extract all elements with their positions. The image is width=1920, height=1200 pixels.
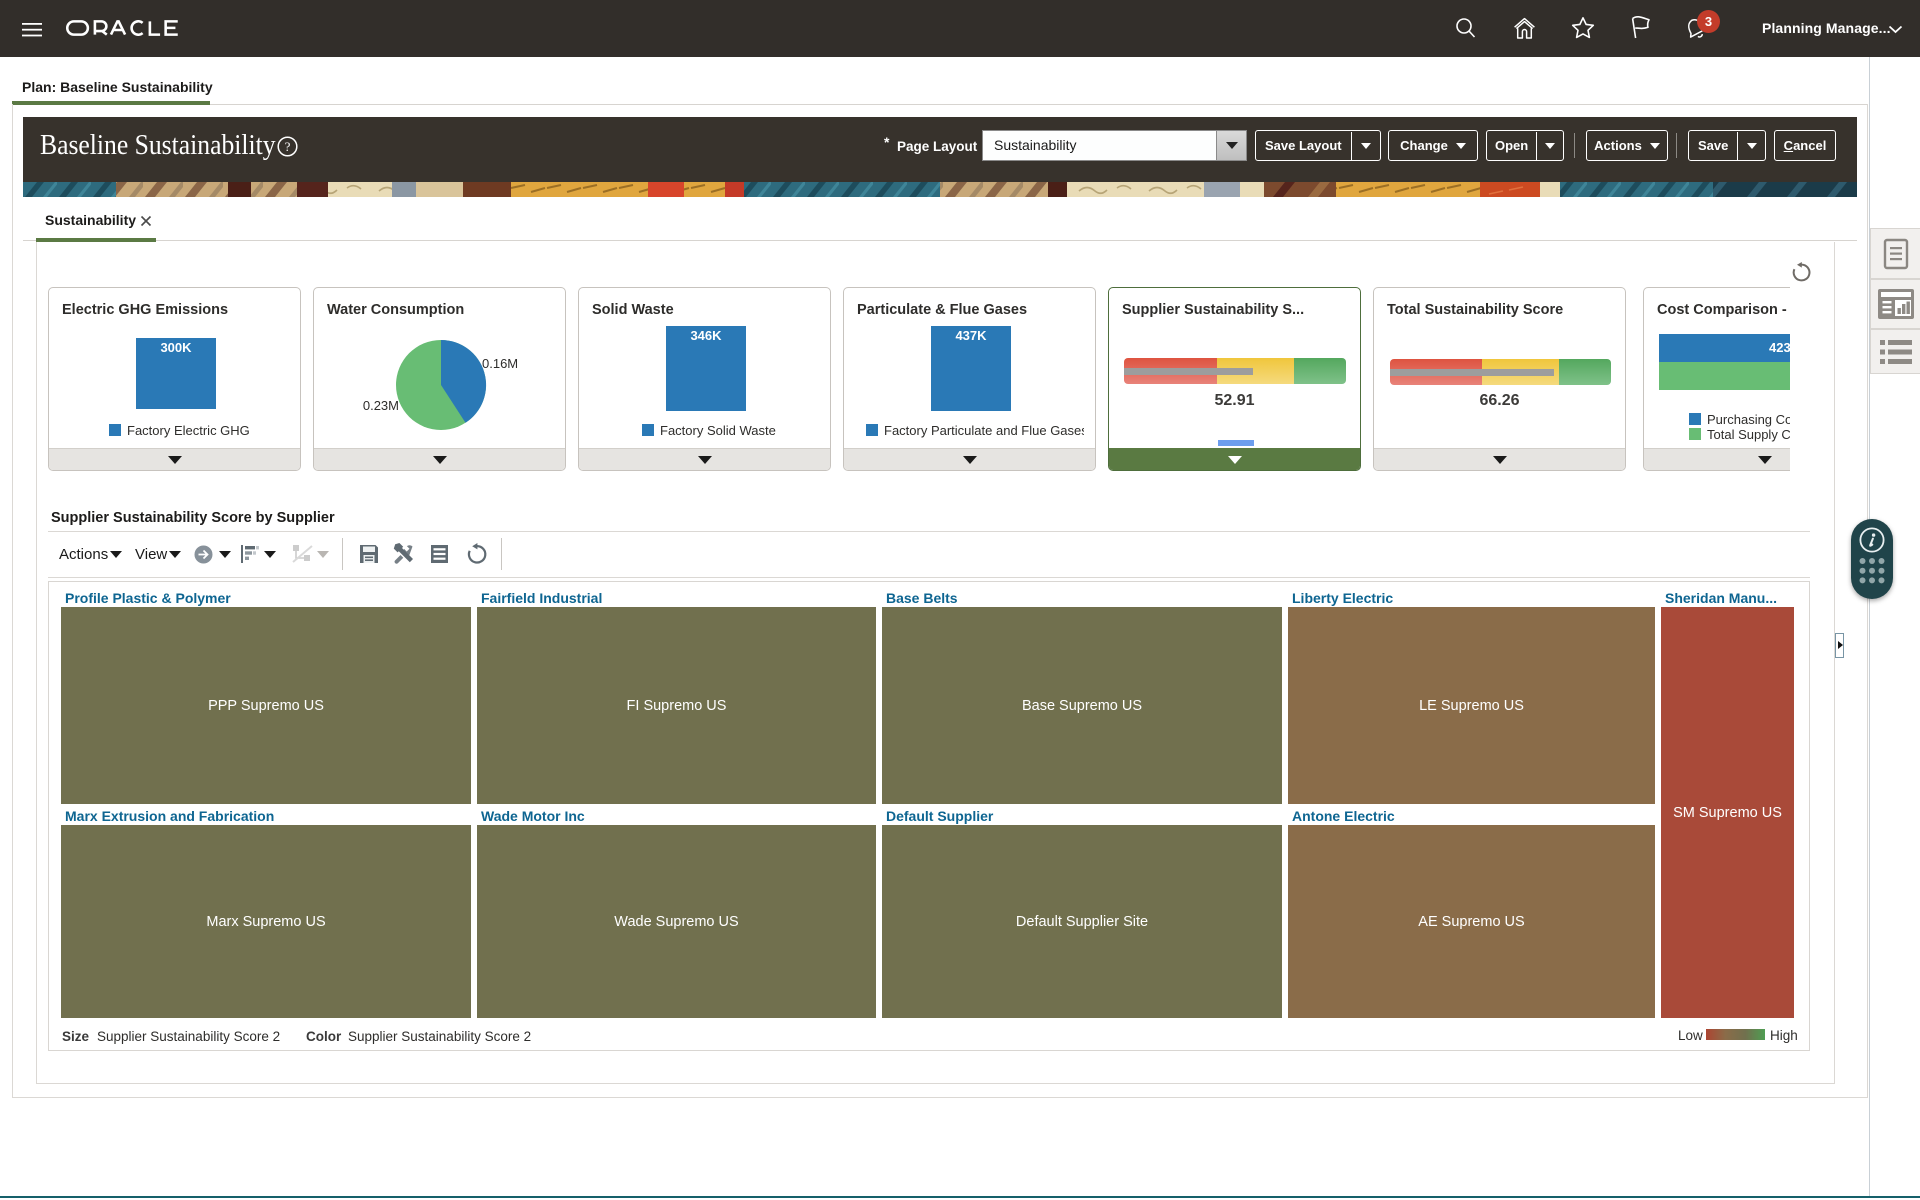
svg-text:?: ?: [285, 139, 291, 154]
